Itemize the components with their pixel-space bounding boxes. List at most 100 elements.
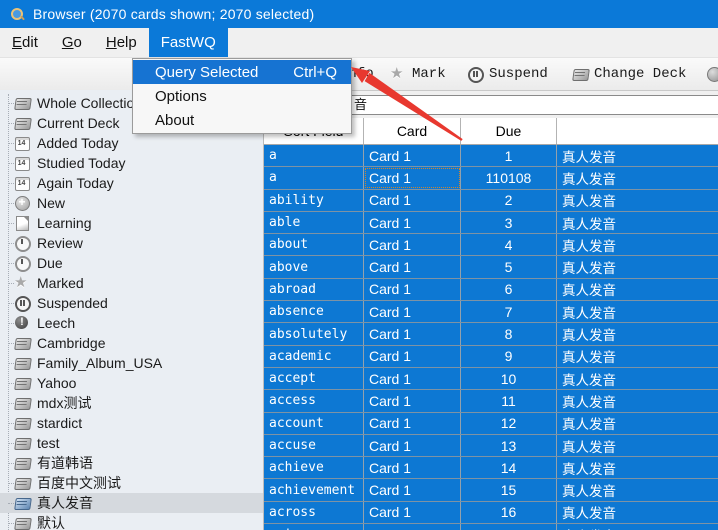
table-cell[interactable]: 10 bbox=[461, 368, 557, 389]
table-row[interactable]: aboveCard 15真人发音 bbox=[264, 256, 718, 278]
table-row[interactable]: achievementCard 115真人发音 bbox=[264, 479, 718, 501]
table-cell[interactable]: 真人发音 bbox=[557, 301, 718, 322]
table-cell[interactable]: accuse bbox=[264, 435, 364, 456]
table-cell[interactable]: 真人发音 bbox=[557, 323, 718, 344]
table-cell[interactable]: 真人发音 bbox=[557, 190, 718, 211]
table-row[interactable]: abroadCard 16真人发音 bbox=[264, 279, 718, 301]
table-row[interactable]: accessCard 111真人发音 bbox=[264, 390, 718, 412]
table-row[interactable]: actCard 117真人发音 bbox=[264, 524, 718, 530]
sidebar-item-new[interactable]: New bbox=[0, 193, 263, 213]
sidebar-item-百度中文测试[interactable]: 百度中文测试 bbox=[0, 473, 263, 493]
table-cell[interactable]: Card 1 bbox=[364, 390, 461, 411]
column-header-due[interactable]: Due bbox=[461, 118, 557, 144]
table-cell[interactable]: 真人发音 bbox=[557, 368, 718, 389]
toolbar-button-change-deck[interactable]: Change Deck bbox=[572, 58, 686, 90]
table-cell[interactable]: 15 bbox=[461, 479, 557, 500]
table-cell[interactable]: absence bbox=[264, 301, 364, 322]
table-cell[interactable]: Card 1 bbox=[364, 346, 461, 367]
sidebar-item-learning[interactable]: Learning bbox=[0, 213, 263, 233]
table-cell[interactable]: Card 1 bbox=[364, 413, 461, 434]
table-row[interactable]: absenceCard 17真人发音 bbox=[264, 301, 718, 323]
menu-edit[interactable]: Edit bbox=[0, 28, 50, 57]
table-row[interactable]: accuseCard 113真人发音 bbox=[264, 435, 718, 457]
table-row[interactable]: aCard 1110108真人发音 bbox=[264, 167, 718, 189]
table-cell[interactable]: 11 bbox=[461, 390, 557, 411]
table-cell[interactable]: Card 1 bbox=[364, 368, 461, 389]
table-cell[interactable]: Card 1 bbox=[364, 435, 461, 456]
table-row[interactable]: aCard 11真人发音 bbox=[264, 145, 718, 167]
table-cell[interactable]: 真人发音 bbox=[557, 279, 718, 300]
table-cell[interactable]: 真人发音 bbox=[557, 346, 718, 367]
toolbar-button-partial[interactable] bbox=[706, 58, 718, 90]
toolbar-button-suspend[interactable]: Suspend bbox=[467, 58, 548, 90]
table-cell[interactable]: Card 1 bbox=[364, 279, 461, 300]
column-header-deck[interactable] bbox=[557, 118, 718, 144]
table-cell[interactable]: about bbox=[264, 234, 364, 255]
table-cell[interactable]: above bbox=[264, 256, 364, 277]
table-row[interactable]: ableCard 13真人发音 bbox=[264, 212, 718, 234]
table-cell[interactable]: 真人发音 bbox=[557, 479, 718, 500]
sidebar-item-有道韩语[interactable]: 有道韩语 bbox=[0, 453, 263, 473]
table-cell[interactable]: 1 bbox=[461, 145, 557, 166]
table-cell[interactable]: act bbox=[264, 524, 364, 530]
table-cell[interactable]: Card 1 bbox=[364, 502, 461, 523]
table-cell[interactable]: 真人发音 bbox=[557, 256, 718, 277]
table-row[interactable]: achieveCard 114真人发音 bbox=[264, 457, 718, 479]
sidebar-item-yahoo[interactable]: Yahoo bbox=[0, 373, 263, 393]
table-cell[interactable]: 真人发音 bbox=[557, 435, 718, 456]
table-cell[interactable]: 9 bbox=[461, 346, 557, 367]
table-cell[interactable]: 8 bbox=[461, 323, 557, 344]
table-cell[interactable]: across bbox=[264, 502, 364, 523]
sidebar-item-studied-today[interactable]: Studied Today bbox=[0, 153, 263, 173]
table-cell[interactable]: achieve bbox=[264, 457, 364, 478]
table-cell[interactable]: 真人发音 bbox=[557, 524, 718, 530]
table-row[interactable]: accountCard 112真人发音 bbox=[264, 413, 718, 435]
table-cell[interactable]: Card 1 bbox=[364, 167, 461, 188]
table-cell[interactable]: a bbox=[264, 167, 364, 188]
table-row[interactable]: academicCard 19真人发音 bbox=[264, 346, 718, 368]
table-cell[interactable]: a bbox=[264, 145, 364, 166]
table-cell[interactable]: 13 bbox=[461, 435, 557, 456]
table-row[interactable]: acrossCard 116真人发音 bbox=[264, 502, 718, 524]
menu-help[interactable]: Help bbox=[94, 28, 149, 57]
menu-item-about[interactable]: About bbox=[133, 108, 351, 132]
table-row[interactable]: aboutCard 14真人发音 bbox=[264, 234, 718, 256]
table-cell[interactable]: Card 1 bbox=[364, 524, 461, 530]
table-row[interactable]: abilityCard 12真人发音 bbox=[264, 190, 718, 212]
table-cell[interactable]: 真人发音 bbox=[557, 167, 718, 188]
toolbar-button-mark[interactable]: Mark bbox=[390, 58, 446, 90]
sidebar-item-test[interactable]: test bbox=[0, 433, 263, 453]
table-cell[interactable]: access bbox=[264, 390, 364, 411]
table-cell[interactable]: 7 bbox=[461, 301, 557, 322]
sidebar-item-marked[interactable]: Marked bbox=[0, 273, 263, 293]
table-cell[interactable]: 4 bbox=[461, 234, 557, 255]
table-cell[interactable]: 16 bbox=[461, 502, 557, 523]
table-cell[interactable]: 真人发音 bbox=[557, 145, 718, 166]
table-cell[interactable]: 真人发音 bbox=[557, 212, 718, 233]
menu-item-query-selected[interactable]: Query SelectedCtrl+Q bbox=[133, 60, 351, 84]
table-cell[interactable]: Card 1 bbox=[364, 301, 461, 322]
table-cell[interactable]: 真人发音 bbox=[557, 457, 718, 478]
table-cell[interactable]: 14 bbox=[461, 457, 557, 478]
menu-go[interactable]: Go bbox=[50, 28, 94, 57]
table-cell[interactable]: 真人发音 bbox=[557, 234, 718, 255]
table-cell[interactable]: Card 1 bbox=[364, 479, 461, 500]
table-cell[interactable]: 12 bbox=[461, 413, 557, 434]
sidebar-item-默认[interactable]: 默认 bbox=[0, 513, 263, 530]
sidebar-item-again-today[interactable]: Again Today bbox=[0, 173, 263, 193]
table-cell[interactable]: 真人发音 bbox=[557, 390, 718, 411]
table-cell[interactable]: Card 1 bbox=[364, 145, 461, 166]
table-cell[interactable]: Card 1 bbox=[364, 323, 461, 344]
table-cell[interactable]: Card 1 bbox=[364, 457, 461, 478]
table-cell[interactable]: Card 1 bbox=[364, 212, 461, 233]
table-cell[interactable]: Card 1 bbox=[364, 256, 461, 277]
sidebar-item-真人发音[interactable]: 真人发音 bbox=[0, 493, 263, 513]
table-cell[interactable]: account bbox=[264, 413, 364, 434]
table-cell[interactable]: 3 bbox=[461, 212, 557, 233]
table-cell[interactable]: absolutely bbox=[264, 323, 364, 344]
table-cell[interactable]: 17 bbox=[461, 524, 557, 530]
table-cell[interactable]: accept bbox=[264, 368, 364, 389]
sidebar-item-due[interactable]: Due bbox=[0, 253, 263, 273]
table-cell[interactable]: 2 bbox=[461, 190, 557, 211]
menu-item-options[interactable]: Options bbox=[133, 84, 351, 108]
